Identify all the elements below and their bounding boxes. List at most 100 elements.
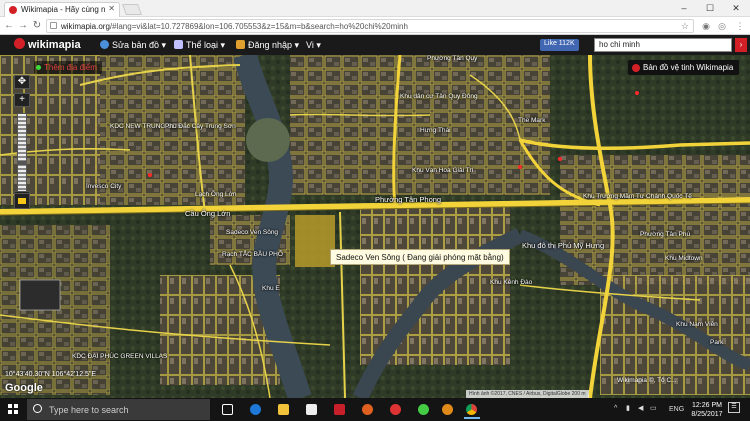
map-label[interactable]: Khu Vạn Hoa Giải Trí — [412, 167, 473, 174]
reload-icon[interactable]: ↻ — [31, 19, 43, 33]
chrome-icon[interactable] — [462, 400, 482, 419]
logo-text: wikimapia — [28, 39, 81, 51]
browser-window: Wikimapia - Hãy cùng n ✕ – ☐ ✕ ← → ↻ wik… — [0, 0, 750, 421]
new-tab-button[interactable] — [121, 4, 143, 15]
map-label[interactable]: Khu Kênh Đào — [490, 279, 532, 286]
task-view-icon[interactable] — [218, 400, 238, 419]
map-view[interactable]: KDC NEW TRUNG SƠN Phú Đắc Cây Trung Sơn … — [0, 55, 750, 398]
store-icon[interactable] — [302, 400, 322, 419]
minimize-icon[interactable]: – — [672, 0, 696, 16]
pan-icon[interactable]: ✥ — [14, 75, 30, 89]
map-label[interactable]: Lạch Ông Lớn — [195, 191, 237, 198]
map-label[interactable]: The Mark — [518, 117, 545, 124]
like-label: Like 112K — [544, 40, 575, 47]
map-label[interactable]: Rạch TẮC BẦU PHỐ — [222, 251, 283, 258]
menu-icon[interactable]: ⋮ — [734, 20, 746, 32]
menu-label: Thể loại ▾ — [186, 40, 226, 50]
page-info-icon[interactable] — [50, 22, 57, 29]
map-label[interactable]: Phường Tân Phú — [640, 231, 690, 238]
extension-icon[interactable]: ◉ — [700, 20, 712, 32]
bookmark-star-icon[interactable]: ☆ — [681, 21, 689, 32]
taskbar-search[interactable]: Type here to search — [27, 399, 210, 420]
map-label[interactable]: KDC ĐẠI PHÚC GREEN VILLAS — [72, 353, 167, 360]
windows-logo-icon — [8, 404, 18, 414]
map-label[interactable]: Khu Midtown — [665, 255, 703, 262]
back-icon[interactable]: ← — [3, 19, 15, 33]
menu-edit-map[interactable]: Sửa bản đồ ▾ — [100, 40, 166, 51]
wikimapia-copyright: Wikimapia ©, Tổ C... — [617, 377, 677, 384]
coordinates-readout: 10°43'40.30"N 106°42'12.5"E — [5, 371, 97, 378]
satellite-label: Bản đồ vệ tinh Wikimapia — [643, 63, 734, 72]
zoom-in-button[interactable]: + — [14, 93, 30, 107]
wikimapia-header: wikimapia Sửa bản đồ ▾ Thể loại ▾ Đăng n… — [0, 35, 750, 55]
battery-icon[interactable]: ▭ — [650, 404, 657, 412]
wikimapia-marker-icon — [632, 64, 640, 72]
map-navigation-control: ✥ + − — [14, 75, 30, 205]
network-icon[interactable]: ▮ — [626, 404, 630, 412]
url-path: /#lang=vi&lat=10.727869&lon=106.705553&z… — [109, 22, 408, 31]
search-placeholder: Type here to search — [49, 405, 129, 415]
map-label[interactable]: Cầu Ông Lớn — [185, 209, 230, 218]
close-window-icon[interactable]: ✕ — [724, 0, 748, 16]
satellite-map-button[interactable]: Bản đồ vệ tinh Wikimapia — [628, 60, 740, 75]
search-icon — [33, 404, 42, 413]
show-hidden-icons-icon[interactable]: ^ — [614, 405, 617, 412]
place-tooltip: Sadeco Ven Sông ( Đang giải phóng mặt bằ… — [330, 249, 510, 265]
app-icon[interactable] — [358, 400, 378, 419]
map-label[interactable]: Sadeco Ven Sông — [226, 229, 278, 236]
menu-label: Đăng nhập ▾ — [248, 40, 300, 50]
menu-language[interactable]: Vi ▾ — [306, 40, 321, 51]
search-input[interactable]: ho chi minh — [594, 38, 732, 52]
language-indicator[interactable]: ENG — [669, 406, 684, 413]
clock-date: 8/25/2017 — [691, 411, 723, 418]
app-icon[interactable] — [438, 400, 458, 419]
browser-tab[interactable]: Wikimapia - Hãy cùng n ✕ — [4, 2, 120, 17]
map-label[interactable]: Park — [710, 339, 723, 346]
menu-categories[interactable]: Thể loại ▾ — [174, 40, 225, 51]
zoom-slider-handle[interactable] — [18, 161, 26, 165]
map-label[interactable]: Khu Trường Mầm Tư Chánh Quốc Tế — [583, 193, 692, 200]
url-field[interactable]: wikimapia.org/#lang=vi&lat=10.727869&lon… — [46, 19, 694, 33]
edge-icon[interactable] — [246, 400, 266, 419]
volume-icon[interactable]: ◀ — [638, 404, 643, 412]
map-label[interactable]: Phường Tân Quy — [427, 55, 477, 62]
tab-strip: Wikimapia - Hãy cùng n ✕ – ☐ ✕ — [0, 0, 750, 17]
menu-label: Sửa bản đồ ▾ — [112, 40, 167, 50]
extension-icon[interactable]: ◎ — [716, 20, 728, 32]
clock-time: 12:26 PM — [692, 402, 722, 409]
map-label[interactable]: Khu E — [262, 285, 280, 292]
map-label[interactable]: Invesco City — [86, 183, 121, 190]
wikimapia-logo-icon — [14, 38, 25, 49]
login-icon — [236, 40, 245, 49]
map-label[interactable]: Phú Đắc Cây Trung Sơn — [165, 123, 236, 130]
map-label[interactable]: Khu đô thị Phú Mỹ Hưng — [522, 241, 604, 250]
layers-icon[interactable] — [14, 193, 30, 209]
action-center-icon[interactable]: ☰ — [728, 402, 740, 413]
app-icon[interactable] — [386, 400, 406, 419]
menu-login[interactable]: Đăng nhập ▾ — [236, 40, 299, 51]
tab-close-icon[interactable]: ✕ — [108, 4, 115, 13]
map-label[interactable]: Khu dân cư Tân Quy Đông — [400, 93, 478, 100]
globe-icon — [100, 40, 109, 49]
facebook-like-button[interactable]: Like 112K — [540, 39, 579, 51]
satellite-map — [0, 55, 750, 398]
zoom-slider[interactable] — [17, 113, 27, 195]
file-explorer-icon[interactable] — [274, 400, 294, 419]
tab-title: Wikimapia - Hãy cùng n — [21, 5, 106, 14]
forward-icon[interactable]: → — [17, 19, 29, 33]
map-label[interactable]: Hưng Thái — [420, 127, 451, 134]
url-host: wikimapia.org — [61, 22, 110, 31]
media-app-icon[interactable] — [330, 400, 350, 419]
add-place-button[interactable]: Thêm địa điểm — [34, 61, 102, 74]
search-button[interactable]: › — [735, 38, 747, 52]
grid-icon — [174, 40, 183, 49]
maximize-icon[interactable]: ☐ — [698, 0, 722, 16]
map-label[interactable]: Khu Nam Viên — [676, 321, 718, 328]
taskbar-clock[interactable]: 12:26 PM 8/25/2017 — [688, 401, 726, 419]
app-icon[interactable] — [414, 400, 434, 419]
map-label[interactable]: Phường Tân Phong — [375, 195, 441, 204]
wikimapia-logo[interactable]: wikimapia — [14, 38, 81, 51]
menu-label: Vi ▾ — [306, 40, 321, 50]
windows-taskbar: Type here to search ^ ▮ ◀ ▭ ENG 12:26 PM… — [0, 398, 750, 421]
start-button[interactable] — [0, 398, 26, 421]
